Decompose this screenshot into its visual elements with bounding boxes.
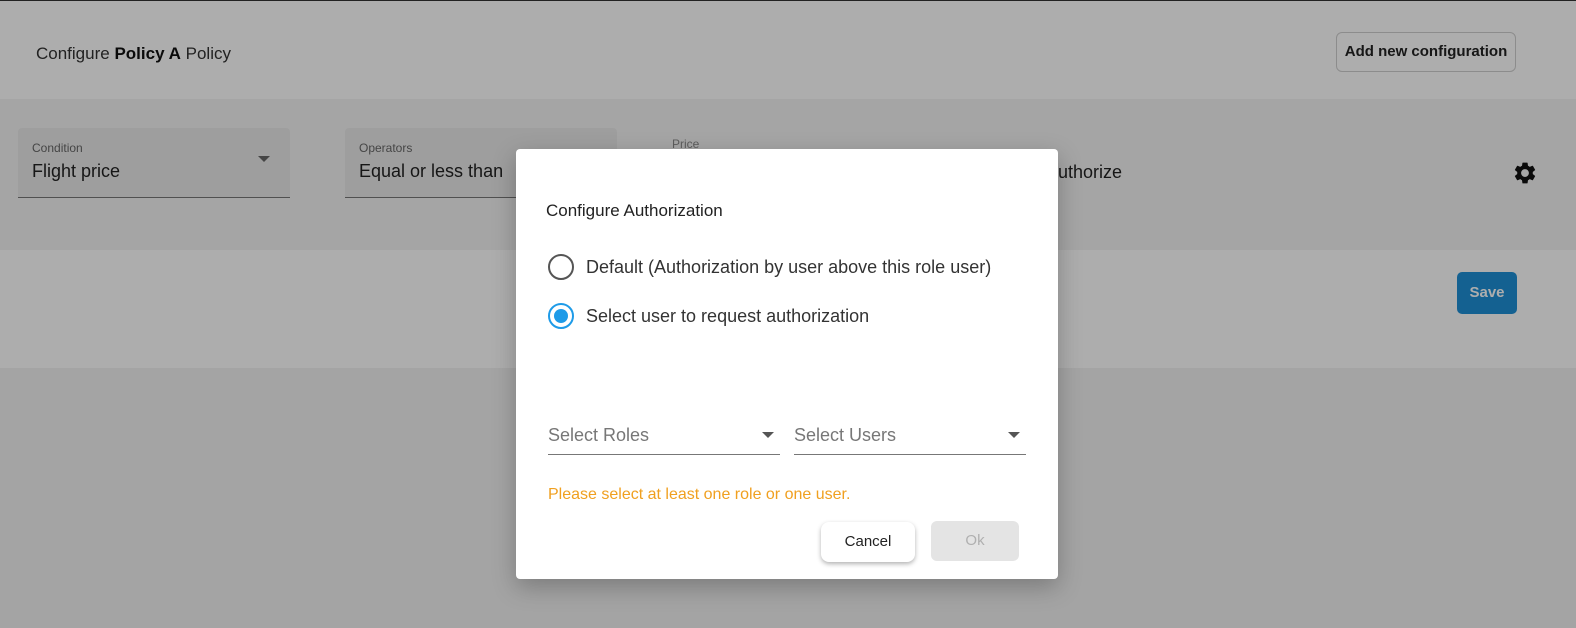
configure-authorization-dialog: Configure Authorization Default (Authori… [516, 149, 1058, 579]
select-users-placeholder: Select Users [794, 425, 897, 445]
dialog-title: Configure Authorization [546, 201, 723, 220]
radio-option-select-user[interactable]: Select user to request authorization [548, 303, 1028, 329]
radio-button-default[interactable] [548, 254, 574, 280]
radio-label-select-user: Select user to request authorization [586, 306, 870, 326]
ok-button[interactable]: Ok [931, 521, 1019, 561]
validation-warning: Please select at least one role or one u… [548, 486, 851, 503]
radio-option-default[interactable]: Default (Authorization by user above thi… [548, 254, 1028, 280]
cancel-button[interactable]: Cancel [821, 522, 915, 562]
radio-button-select-user[interactable] [548, 303, 574, 329]
chevron-down-icon [1008, 432, 1020, 438]
radio-label-default: Default (Authorization by user above thi… [586, 257, 992, 277]
select-roles-placeholder: Select Roles [548, 425, 650, 445]
select-users-dropdown[interactable]: Select Users [794, 419, 1026, 455]
chevron-down-icon [762, 432, 774, 438]
select-roles-dropdown[interactable]: Select Roles [548, 419, 780, 455]
